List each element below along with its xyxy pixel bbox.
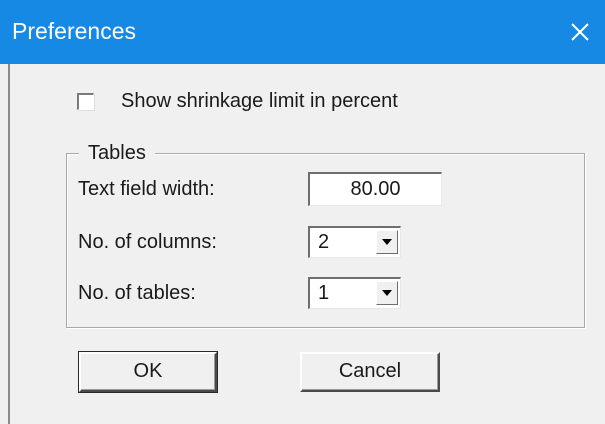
tables-label: No. of tables: <box>78 282 196 304</box>
chevron-down-icon <box>382 290 392 296</box>
tables-dropdown-button[interactable] <box>376 281 398 305</box>
close-button[interactable] <box>555 0 605 64</box>
close-icon <box>571 23 589 41</box>
text-field-width-input[interactable]: 80.00 <box>308 172 442 206</box>
columns-label: No. of columns: <box>78 231 217 253</box>
columns-dropdown-button[interactable] <box>376 230 398 254</box>
preferences-dialog: Preferences Show shrinkage limit in perc… <box>0 0 605 424</box>
show-shrinkage-checkbox[interactable] <box>77 92 94 110</box>
cancel-button[interactable]: Cancel <box>300 352 440 392</box>
window-border <box>8 64 10 424</box>
ok-button[interactable]: OK <box>78 351 218 393</box>
chevron-down-icon <box>382 239 392 245</box>
tables-select-value: 1 <box>318 282 330 304</box>
shrinkage-option-row: Show shrinkage limit in percent <box>77 89 398 113</box>
show-shrinkage-label[interactable]: Show shrinkage limit in percent <box>121 89 398 113</box>
window-title: Preferences <box>12 18 137 44</box>
columns-select-value: 2 <box>318 231 330 253</box>
tables-group-legend: Tables <box>79 140 155 166</box>
tables-select[interactable]: 1 <box>308 277 401 309</box>
title-bar: Preferences <box>0 0 605 64</box>
columns-select[interactable]: 2 <box>308 226 401 258</box>
text-field-width-label: Text field width: <box>78 178 215 200</box>
